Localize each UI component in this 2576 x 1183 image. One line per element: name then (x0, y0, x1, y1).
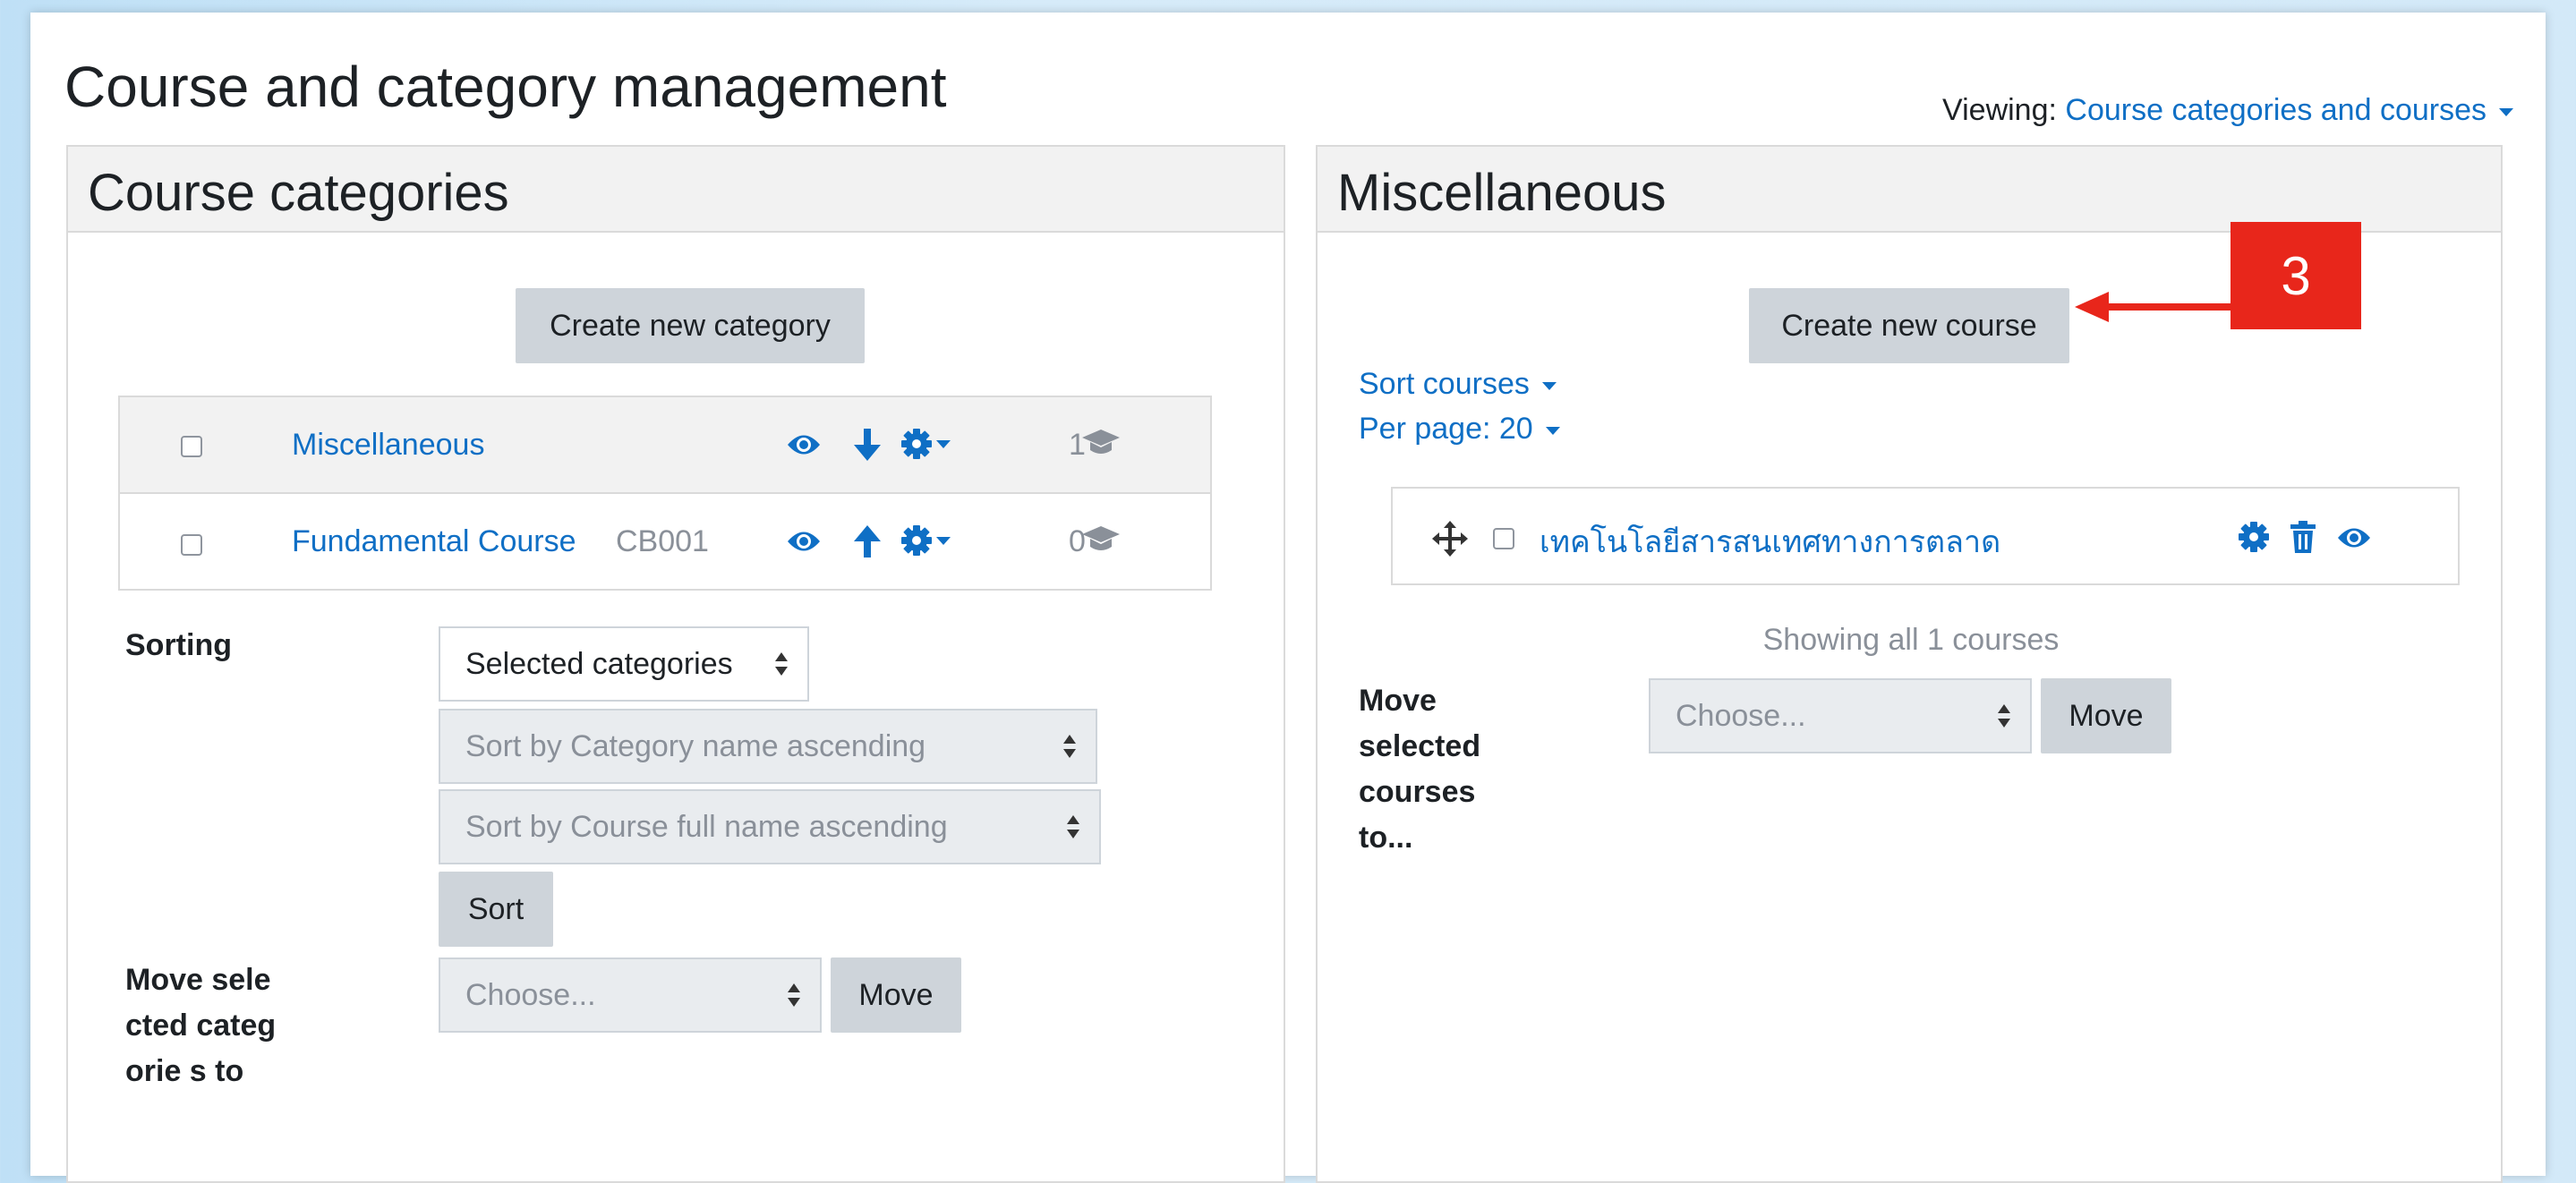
sort-course-select[interactable]: Sort by Course full name ascending (439, 789, 1101, 864)
move-categories-button[interactable]: Move (831, 957, 961, 1033)
viewing-value-link[interactable]: Course categories and courses (2065, 93, 2486, 127)
graduation-cap-icon (1082, 430, 1120, 454)
course-checkbox[interactable] (1493, 528, 1514, 549)
chevron-down-icon[interactable] (936, 440, 951, 448)
sort-courses-dropdown[interactable]: Sort courses (1359, 367, 1557, 402)
move-courses-label: Move selected courses to... (1359, 684, 1481, 855)
sort-category-select[interactable]: Sort by Category name ascending (439, 709, 1097, 784)
select-arrows-icon (775, 652, 788, 676)
move-courses-button[interactable]: Move (2041, 678, 2171, 753)
gear-icon[interactable] (2238, 521, 2270, 553)
move-courses-select[interactable]: Choose... (1649, 678, 2032, 753)
categories-panel-header: Course categories (68, 147, 1284, 233)
arrow-down-icon[interactable] (852, 427, 883, 463)
sort-course-value: Sort by Course full name ascending (465, 809, 948, 844)
select-arrows-icon (1063, 735, 1076, 758)
gear-icon[interactable] (900, 428, 933, 460)
showing-count-text: Showing all 1 courses (1762, 623, 2060, 657)
move-courses-value: Choose... (1676, 698, 1806, 733)
sort-courses-label: Sort courses (1359, 367, 1530, 401)
category-checkbox[interactable] (181, 436, 202, 457)
create-category-button[interactable]: Create new category (516, 288, 865, 363)
viewing-selector[interactable]: Viewing: Course categories and courses (1942, 93, 2513, 128)
chevron-down-icon[interactable] (936, 537, 951, 545)
categories-panel-title: Course categories (88, 164, 509, 222)
category-row: Miscellaneous 1 (118, 396, 1212, 494)
course-row: เทคโนโลยีสารสนเทศทางการตลาด (1391, 487, 2460, 585)
create-course-button[interactable]: Create new course (1749, 288, 2069, 363)
chevron-down-icon (1541, 381, 1557, 390)
select-arrows-icon (788, 983, 800, 1007)
courses-panel-title: Miscellaneous (1337, 164, 1667, 222)
per-page-dropdown[interactable]: Per page: 20 (1359, 412, 1560, 447)
sort-scope-value: Selected categories (465, 646, 733, 681)
viewing-label: Viewing: (1942, 93, 2057, 127)
move-categories-select[interactable]: Choose... (439, 957, 822, 1033)
move-categories-value: Choose... (465, 977, 596, 1012)
select-arrows-icon (1998, 704, 2010, 728)
eye-icon[interactable] (786, 431, 822, 458)
sort-category-value: Sort by Category name ascending (465, 728, 926, 763)
callout-number: 3 (2281, 245, 2311, 306)
sort-scope-select[interactable]: Selected categories (439, 626, 809, 702)
category-checkbox[interactable] (181, 534, 202, 556)
category-idnumber: CB001 (616, 524, 709, 558)
page-content: Course and category management Viewing: … (30, 13, 2546, 1183)
move-categories-label: Move selected categorie s to (125, 963, 277, 1088)
trash-icon[interactable] (2290, 521, 2316, 553)
courses-panel-header: Miscellaneous (1318, 147, 2501, 233)
sort-button[interactable]: Sort (439, 872, 553, 947)
chevron-down-icon (2499, 107, 2513, 116)
category-name-link[interactable]: Miscellaneous (292, 428, 484, 463)
categories-panel: Course categories Create new category Mi… (66, 145, 1285, 1183)
page-title: Course and category management (64, 55, 947, 119)
chevron-down-icon (1545, 426, 1560, 435)
sorting-label: Sorting (125, 628, 232, 662)
graduation-cap-icon (1082, 526, 1120, 550)
callout-badge: 3 (2231, 222, 2361, 329)
gear-icon[interactable] (900, 524, 933, 557)
eye-icon[interactable] (2336, 524, 2372, 551)
eye-icon[interactable] (786, 528, 822, 555)
move-icon[interactable] (1432, 521, 1468, 557)
course-name-link[interactable]: เทคโนโลยีสารสนเทศทางการตลาด (1540, 517, 2000, 566)
per-page-label: Per page: 20 (1359, 412, 1533, 446)
arrow-up-icon[interactable] (852, 523, 883, 559)
category-name-link[interactable]: Fundamental Course (292, 524, 576, 559)
category-row: Fundamental Course CB001 0 (118, 492, 1212, 591)
select-arrows-icon (1067, 815, 1079, 838)
